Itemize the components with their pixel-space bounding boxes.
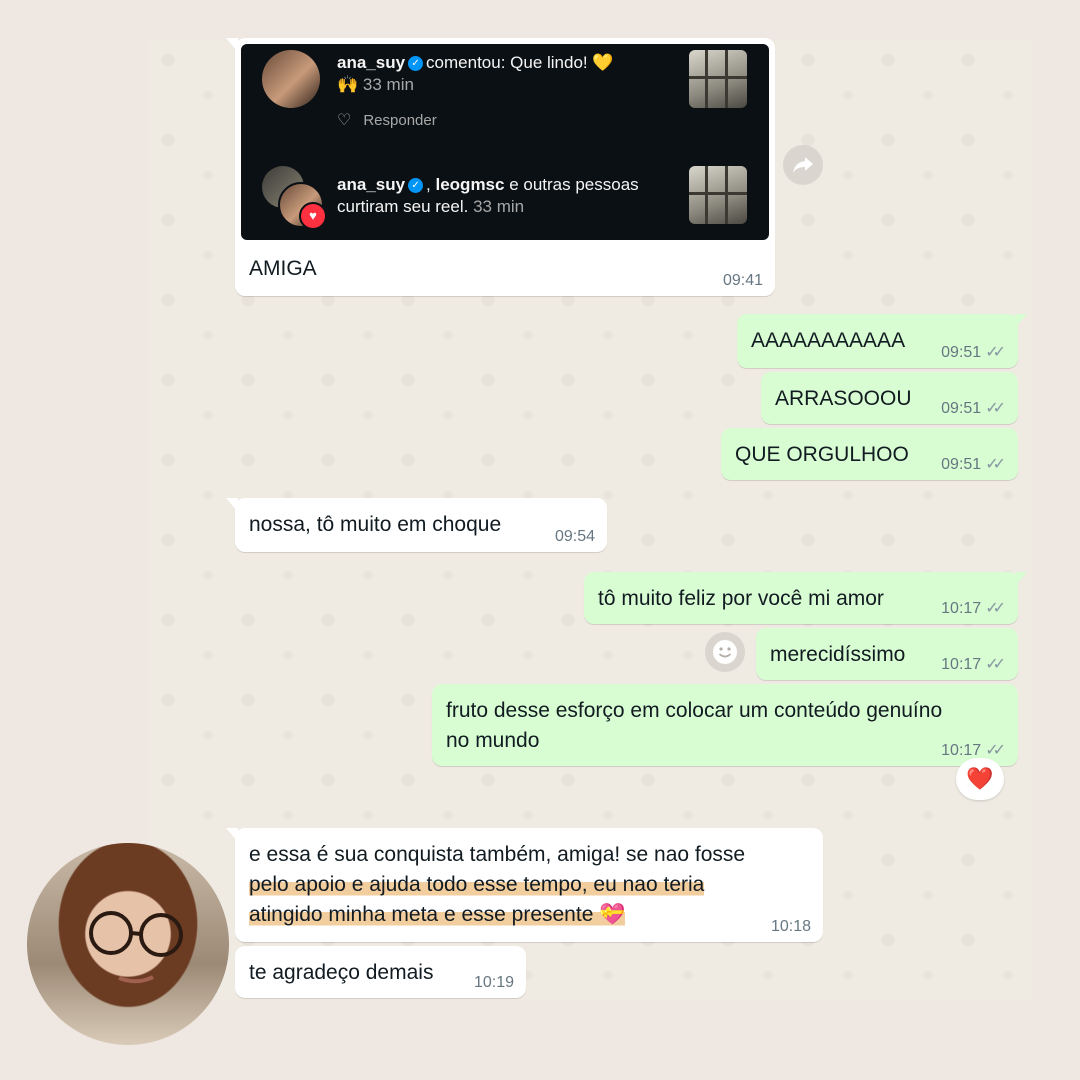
message-text-line-1: e essa é sua conquista também, amiga! se…: [249, 843, 746, 866]
message-text: nossa, tô muito em choque: [249, 513, 502, 536]
message-text: merecidíssimo: [770, 643, 906, 666]
message-time: 10:17: [941, 656, 982, 673]
message-time: 10:18: [770, 918, 811, 935]
comment-text: comentou: Que lindo! 💛: [426, 53, 614, 72]
message-time: 10:19: [473, 974, 514, 991]
message-time: 09:51: [941, 400, 982, 417]
heart-icon[interactable]: ♡: [337, 110, 351, 130]
avatar: [262, 50, 320, 108]
message-bubble-outgoing[interactable]: AAAAAAAAAAA 09:51 ✓✓: [737, 314, 1027, 368]
message-bubble-outgoing[interactable]: tô muito feliz por você mi amor 10:17 ✓✓: [584, 572, 1027, 624]
reel-thumbnail[interactable]: [689, 166, 747, 224]
profile-photo: [27, 843, 229, 1045]
heart-reaction[interactable]: ❤️: [956, 758, 1004, 800]
message-bubble-outgoing[interactable]: QUE ORGULHOO 09:51 ✓✓: [721, 428, 1018, 480]
message-text-line-2: pelo apoio e ajuda todo esse tempo, eu n…: [249, 870, 705, 900]
double-check-icon: ✓✓: [985, 600, 1006, 617]
message-bubble-outgoing[interactable]: merecidíssimo 10:17 ✓✓: [756, 628, 1018, 680]
reply-row[interactable]: ♡ Responder: [337, 110, 437, 130]
reaction-button[interactable]: [705, 632, 745, 672]
message-text: AAAAAAAAAAA: [751, 329, 906, 352]
message-text-line-3: atingido minha meta e esse presente 💝: [249, 900, 626, 930]
message-text: te agradeço demais: [249, 961, 434, 984]
glasses-illustration: [89, 911, 183, 984]
double-check-icon: ✓✓: [985, 456, 1006, 473]
message-bubble-outgoing[interactable]: ARRASOOOU 09:51 ✓✓: [761, 372, 1018, 424]
verified-badge-icon: ✓: [408, 56, 424, 72]
like-separator: ,: [426, 175, 436, 194]
double-check-icon: ✓✓: [985, 656, 1006, 673]
forward-arrow-icon: [793, 157, 813, 173]
instagram-notification-card[interactable]: ana_suy ✓ comentou: Que lindo! 💛 🙌 33 min …: [241, 44, 769, 240]
likes-time: 33 min: [473, 197, 525, 216]
message-time: 09:41: [722, 272, 763, 289]
message-time: 09:51: [941, 344, 982, 361]
message-meta: 09:51 ✓✓: [941, 344, 1006, 362]
message-meta: 09:51 ✓✓: [941, 456, 1006, 474]
message-time: 10:17: [941, 600, 982, 617]
double-check-icon: ✓✓: [985, 344, 1006, 361]
heart-icon: ❤️: [966, 766, 994, 791]
likes-text-2: curtiram seu reel.: [337, 197, 469, 216]
smiley-icon: [713, 640, 737, 664]
forward-button[interactable]: [783, 145, 823, 185]
heart-icon: ♥: [299, 202, 327, 230]
message-text: QUE ORGULHOO: [735, 443, 909, 466]
raised-hands-emoji: 🙌: [337, 75, 359, 94]
message-meta: 09:51 ✓✓: [941, 400, 1006, 418]
message-meta: 10:17 ✓✓: [941, 656, 1006, 674]
likes-text-1: e outras pessoas: [504, 175, 639, 194]
message-bubble-incoming[interactable]: te agradeço demais 10:19: [235, 946, 526, 998]
message-time: 09:51: [941, 456, 982, 473]
message-time: 09:54: [554, 528, 595, 545]
message-meta: 09:54: [555, 528, 595, 546]
comment-time: 33 min: [362, 75, 414, 94]
message-text: ARRASOOOU: [775, 387, 912, 410]
double-check-icon: ✓✓: [985, 400, 1006, 417]
message-bubble-incoming[interactable]: e essa é sua conquista também, amiga! se…: [226, 828, 823, 942]
message-text: AMIGA: [249, 257, 317, 280]
message-text-line-1: fruto desse esforço em colocar um conteú…: [446, 699, 943, 722]
reply-button[interactable]: Responder: [363, 112, 436, 129]
comment-notification-text: ana_suy ✓ comentou: Que lindo! 💛 🙌 33 min: [337, 52, 667, 96]
message-text-line-2: no mundo: [446, 729, 540, 752]
reel-thumbnail[interactable]: [689, 50, 747, 108]
message-meta: 09:41: [723, 272, 763, 290]
message-bubble-outgoing[interactable]: fruto desse esforço em colocar um conteú…: [432, 684, 1018, 766]
message-meta: 10:19: [474, 974, 514, 992]
verified-badge-icon: ✓: [408, 178, 424, 194]
like-username-1: ana_suy: [337, 175, 406, 194]
double-check-icon: ✓✓: [985, 742, 1006, 759]
likes-notification-text: ana_suy ✓, leogmsc e outras pessoas curti…: [337, 174, 682, 218]
comment-username: ana_suy: [337, 53, 406, 72]
message-bubble-incoming[interactable]: nossa, tô muito em choque 09:54: [226, 498, 607, 552]
message-meta: 10:18: [771, 918, 811, 936]
message-meta: 10:17 ✓✓: [941, 600, 1006, 618]
like-username-2: leogmsc: [435, 175, 505, 194]
message-text: tô muito feliz por você mi amor: [598, 587, 884, 610]
